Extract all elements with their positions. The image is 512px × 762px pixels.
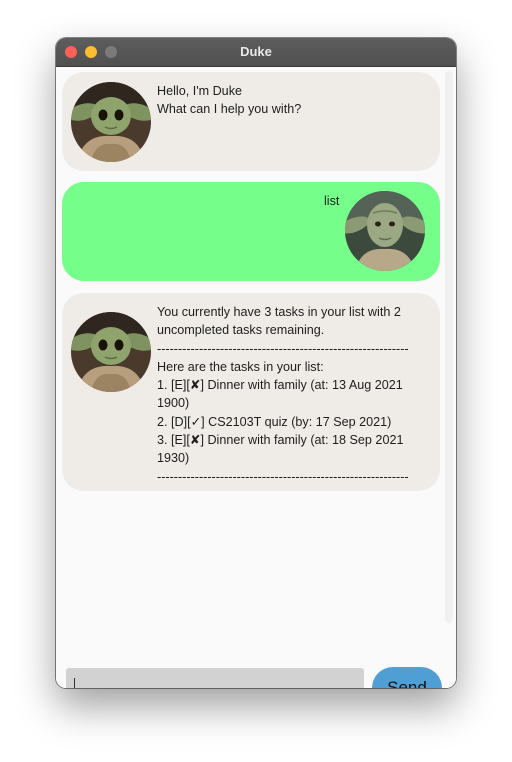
title-bar: Duke bbox=[56, 38, 456, 67]
duke-message-text: You currently have 3 tasks in your list … bbox=[157, 305, 409, 484]
scrollbar[interactable] bbox=[445, 71, 453, 623]
user-message-text: list bbox=[324, 194, 340, 208]
app-window: Duke Hello, I'm Duke What can I help you… bbox=[56, 38, 456, 688]
user-message-bubble: list bbox=[62, 182, 440, 281]
text-caret bbox=[74, 678, 75, 688]
command-input[interactable] bbox=[66, 668, 364, 688]
yoda-avatar bbox=[345, 191, 425, 271]
duke-message-text: Hello, I'm Duke What can I help you with… bbox=[157, 84, 302, 117]
chat-area[interactable]: Hello, I'm Duke What can I help you with… bbox=[56, 67, 456, 688]
send-button[interactable]: Send bbox=[372, 667, 442, 688]
baby-yoda-avatar bbox=[71, 82, 151, 162]
window-title: Duke bbox=[240, 44, 272, 59]
baby-yoda-avatar bbox=[71, 312, 151, 392]
duke-message-bubble: Hello, I'm Duke What can I help you with… bbox=[62, 72, 440, 171]
duke-message-bubble: You currently have 3 tasks in your list … bbox=[62, 293, 440, 491]
